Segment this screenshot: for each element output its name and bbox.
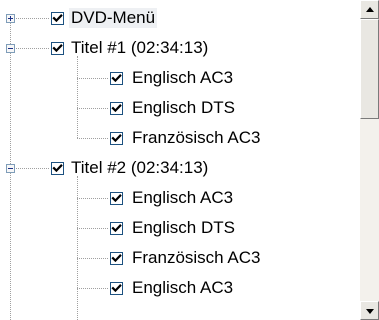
tree-node-checkbox[interactable] (110, 102, 123, 115)
tree-node-checkbox[interactable] (51, 162, 64, 175)
plus-box-icon[interactable] (6, 14, 15, 23)
tree-node-checkbox[interactable] (110, 192, 123, 205)
tree-node-label-track[interactable]: Englisch AC3 (132, 278, 233, 298)
tree-horizontal-connector (77, 138, 108, 139)
vertical-scrollbar[interactable] (360, 0, 379, 320)
checkmark-icon (52, 164, 63, 173)
tree-content: DVD-Menü Titel #1 (02:34:13) Englisch AC3 E… (0, 0, 360, 320)
tree-horizontal-connector (77, 108, 108, 109)
minus-box-icon[interactable] (6, 44, 15, 53)
tree-node-label-title[interactable]: Titel #1 (02:34:13) (71, 38, 208, 58)
tree-horizontal-connector (16, 18, 49, 19)
checkmark-icon (111, 254, 122, 263)
tree-node-checkbox[interactable] (51, 42, 64, 55)
tree-node-checkbox[interactable] (110, 132, 123, 145)
tree-node-label-track[interactable]: Englisch AC3 (132, 68, 233, 88)
arrow-up-icon (366, 7, 374, 12)
tree-horizontal-connector (77, 258, 108, 259)
checkmark-icon (52, 14, 63, 23)
checkmark-icon (111, 284, 122, 293)
tree-horizontal-connector (16, 168, 49, 169)
tree-node-label-track[interactable]: Englisch DTS (132, 98, 235, 118)
checkmark-icon (111, 104, 122, 113)
tree-node-checkbox[interactable] (110, 72, 123, 85)
scrollbar-thumb[interactable] (360, 19, 379, 119)
tree-node-checkbox[interactable] (110, 222, 123, 235)
scroll-up-button[interactable] (360, 0, 379, 19)
tree-node-label-title[interactable]: Titel #2 (02:34:13) (71, 158, 208, 178)
minus-box-icon[interactable] (6, 164, 15, 173)
tree-horizontal-connector (16, 48, 49, 49)
checkmark-icon (111, 224, 122, 233)
tree-node-checkbox[interactable] (110, 282, 123, 295)
arrow-down-icon (366, 309, 374, 314)
checkmark-icon (52, 44, 63, 53)
tree-horizontal-connector (77, 198, 108, 199)
tree-horizontal-connector (77, 228, 108, 229)
tree-horizontal-connector (77, 288, 108, 289)
scroll-down-button[interactable] (360, 301, 379, 320)
tree-node-checkbox[interactable] (110, 252, 123, 265)
checkmark-icon (111, 74, 122, 83)
tree-horizontal-connector (77, 78, 108, 79)
checkmark-icon (111, 194, 122, 203)
tree-view[interactable]: DVD-Menü Titel #1 (02:34:13) Englisch AC3 E… (0, 0, 379, 320)
tree-node-label-track[interactable]: Französisch AC3 (132, 248, 261, 268)
tree-node-label-track[interactable]: Englisch AC3 (132, 188, 233, 208)
tree-node-label-track[interactable]: Englisch DTS (132, 218, 235, 238)
tree-node-checkbox[interactable] (51, 12, 64, 25)
tree-node-label-title[interactable]: DVD-Menü (69, 8, 158, 28)
tree-node-label-track[interactable]: Französisch AC3 (132, 128, 261, 148)
checkmark-icon (111, 134, 122, 143)
tree-vertical-connector (77, 56, 78, 138)
